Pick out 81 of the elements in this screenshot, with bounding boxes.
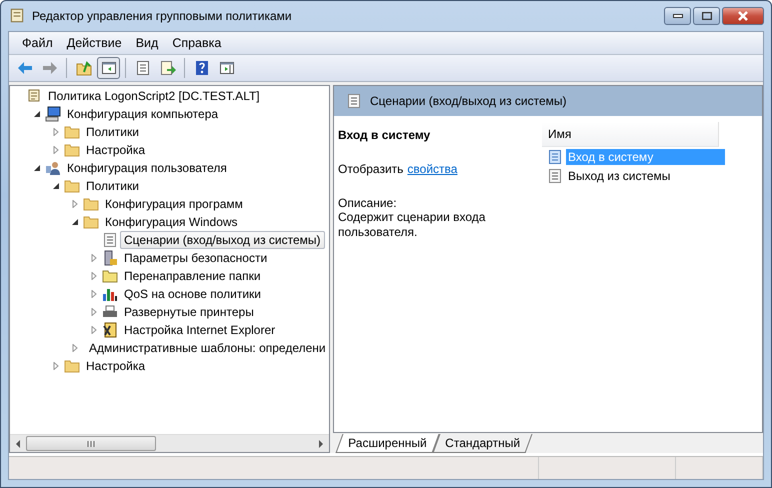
expand-arrow-icon[interactable] xyxy=(52,128,60,136)
window-title: Редактор управления групповыми политиками xyxy=(32,9,293,23)
printer-icon xyxy=(102,304,118,320)
folder-icon xyxy=(64,142,80,158)
tree-item[interactable]: Сценарии (вход/выход из системы) xyxy=(120,231,325,249)
export-list-icon xyxy=(160,60,176,76)
tree-item[interactable]: Настройка xyxy=(82,141,150,159)
folder-icon xyxy=(83,214,99,230)
script-icon xyxy=(102,232,118,248)
item-title: Вход в систему xyxy=(338,128,432,142)
folder-icon xyxy=(83,196,99,212)
tree-item[interactable]: Политика LogonScript2 [DC.TEST.ALT] xyxy=(44,87,264,105)
collapse-arrow-icon[interactable] xyxy=(33,164,41,172)
close-icon xyxy=(737,11,749,21)
tree-item[interactable]: Политики xyxy=(82,123,143,141)
tree-item[interactable]: Конфигурация программ xyxy=(101,195,247,213)
folder-icon xyxy=(64,124,80,140)
properties-link[interactable]: свойства xyxy=(407,162,458,176)
tree-item[interactable]: Административные шаблоны: определени xyxy=(85,339,329,357)
user-icon xyxy=(45,160,61,176)
collapse-arrow-icon[interactable] xyxy=(52,182,60,190)
scroll-icon xyxy=(26,88,42,104)
expand-arrow-icon[interactable] xyxy=(71,200,79,208)
expand-arrow-icon[interactable] xyxy=(90,308,98,316)
menu-item[interactable]: Вид xyxy=(128,36,166,50)
expand-arrow-icon[interactable] xyxy=(52,146,60,154)
folder-icon xyxy=(64,178,80,194)
tab[interactable]: Стандартный xyxy=(432,434,532,453)
minimize-icon xyxy=(672,14,682,18)
show-tree-icon xyxy=(100,60,116,76)
menu-item[interactable]: Справка xyxy=(165,36,228,50)
expand-arrow-icon[interactable] xyxy=(90,254,98,262)
description-label: Описание: xyxy=(338,196,398,210)
grip-icon xyxy=(87,440,95,446)
tree-item[interactable]: Конфигурация компьютера xyxy=(63,105,222,123)
scrollbar-thumb[interactable] xyxy=(26,436,156,451)
description-text: Содержит сценарии входа пользователя. xyxy=(338,210,486,240)
minimize-button[interactable] xyxy=(664,7,691,25)
close-button[interactable] xyxy=(722,7,764,25)
expand-arrow-icon[interactable] xyxy=(90,272,98,280)
scroll-icon xyxy=(8,7,26,25)
properties-icon xyxy=(134,60,150,76)
pane-title: Сценарии (вход/выход из системы) xyxy=(370,94,567,108)
script-icon xyxy=(346,93,362,109)
tree-item[interactable]: Конфигурация пользователя xyxy=(63,159,231,177)
tree-item[interactable]: Развернутые принтеры xyxy=(120,303,258,321)
expand-arrow-icon[interactable] xyxy=(90,326,98,334)
expand-arrow-icon[interactable] xyxy=(90,290,98,298)
computer-icon xyxy=(45,106,61,122)
list-item[interactable]: Выход из системы xyxy=(566,168,725,184)
forward-arrow-icon xyxy=(42,60,58,76)
folder-icon xyxy=(64,358,80,374)
script-icon xyxy=(547,168,563,184)
menu-item[interactable]: Файл xyxy=(15,36,60,50)
maximize-button[interactable] xyxy=(693,7,720,25)
server-lock-icon xyxy=(102,250,118,266)
tree-item[interactable]: Перенаправление папки xyxy=(120,267,265,285)
folder-up-icon xyxy=(76,60,92,76)
collapse-arrow-icon[interactable] xyxy=(71,218,79,226)
expand-arrow-icon[interactable] xyxy=(52,362,60,370)
show-label: Отобразить xyxy=(338,162,404,176)
tree-item[interactable]: Конфигурация Windows xyxy=(101,213,242,231)
folder-icon xyxy=(102,268,118,284)
collapse-arrow-icon[interactable] xyxy=(33,110,41,118)
bar-chart-icon xyxy=(102,286,118,302)
column-header[interactable]: Имя xyxy=(542,122,719,147)
back-arrow-icon xyxy=(16,60,32,76)
show-action-pane-icon xyxy=(218,60,234,76)
toolbar-button[interactable] xyxy=(97,57,120,79)
tree-item[interactable]: Политики xyxy=(82,177,143,195)
tree-item[interactable]: Настройка Internet Explorer xyxy=(120,321,280,339)
tree-item[interactable]: QoS на основе политики xyxy=(120,285,265,303)
script-icon xyxy=(547,149,563,165)
settings-sheet-icon xyxy=(102,322,118,338)
tree-item[interactable]: Параметры безопасности xyxy=(120,249,272,267)
maximize-icon xyxy=(702,12,712,20)
menu-item[interactable]: Действие xyxy=(60,36,129,50)
expand-arrow-icon[interactable] xyxy=(71,344,79,352)
help-icon xyxy=(194,60,210,76)
tree-item[interactable]: Настройка xyxy=(82,357,150,375)
tab[interactable]: Расширенный xyxy=(336,434,439,453)
